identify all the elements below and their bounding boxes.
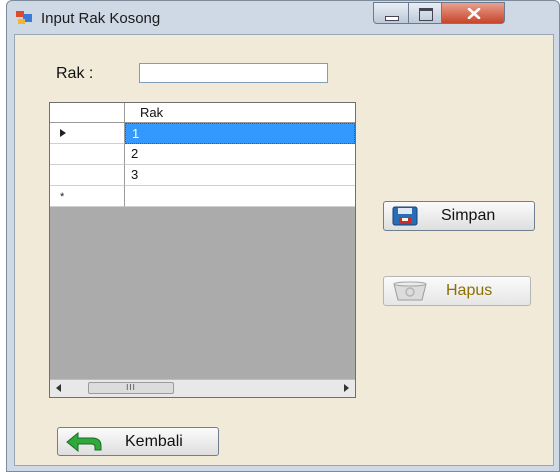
kembali-label: Kembali bbox=[125, 433, 183, 450]
new-row-asterisk-icon: * bbox=[60, 191, 65, 203]
kembali-button[interactable]: Kembali bbox=[57, 427, 219, 456]
close-icon bbox=[467, 8, 481, 19]
grid-cell-new[interactable] bbox=[125, 186, 355, 207]
recycle-bin-icon bbox=[393, 281, 427, 301]
form-icon bbox=[16, 11, 32, 24]
hapus-button[interactable]: Hapus bbox=[383, 276, 531, 306]
minimize-icon bbox=[385, 16, 399, 21]
horizontal-scrollbar[interactable]: III bbox=[50, 379, 355, 397]
title-bar[interactable]: Input Rak Kosong bbox=[7, 1, 559, 35]
scroll-thumb[interactable]: III bbox=[88, 382, 174, 394]
table-row[interactable]: 2 bbox=[50, 144, 355, 165]
grid-corner-header[interactable] bbox=[50, 103, 125, 122]
row-header[interactable] bbox=[50, 144, 125, 165]
table-row[interactable]: 3 bbox=[50, 165, 355, 186]
grid-cell[interactable]: 1 bbox=[125, 123, 355, 144]
maximize-button[interactable] bbox=[408, 2, 442, 24]
simpan-button[interactable]: Simpan bbox=[383, 201, 535, 231]
minimize-button[interactable] bbox=[373, 2, 409, 24]
column-header-rak[interactable]: Rak bbox=[140, 105, 163, 120]
current-row-arrow-icon bbox=[60, 129, 66, 137]
table-row[interactable]: 1 bbox=[50, 123, 355, 144]
scroll-left-arrow-icon[interactable] bbox=[56, 384, 61, 392]
hapus-label: Hapus bbox=[446, 282, 493, 299]
app-window: Input Rak Kosong Rak : Rak 1 2 3 * III S… bbox=[6, 0, 560, 472]
grid-cell[interactable]: 2 bbox=[125, 144, 355, 165]
grid-header: Rak bbox=[50, 103, 355, 123]
close-button[interactable] bbox=[441, 2, 505, 24]
rak-label: Rak : bbox=[56, 65, 94, 82]
floppy-disk-icon bbox=[392, 206, 418, 226]
row-header[interactable] bbox=[50, 165, 125, 186]
rak-input[interactable] bbox=[139, 63, 328, 83]
row-header[interactable]: * bbox=[50, 186, 125, 207]
back-arrow-icon bbox=[66, 432, 102, 452]
simpan-label: Simpan bbox=[441, 207, 496, 224]
rak-data-grid[interactable]: Rak 1 2 3 * III bbox=[49, 102, 356, 398]
grid-cell[interactable]: 3 bbox=[125, 165, 355, 186]
new-row[interactable]: * bbox=[50, 186, 355, 207]
form-client-area: Rak : Rak 1 2 3 * III Simpan Hapus Kemba… bbox=[14, 34, 554, 466]
maximize-icon bbox=[419, 8, 433, 21]
scroll-right-arrow-icon[interactable] bbox=[344, 384, 349, 392]
window-title: Input Rak Kosong bbox=[41, 10, 161, 27]
row-header[interactable] bbox=[50, 123, 125, 144]
